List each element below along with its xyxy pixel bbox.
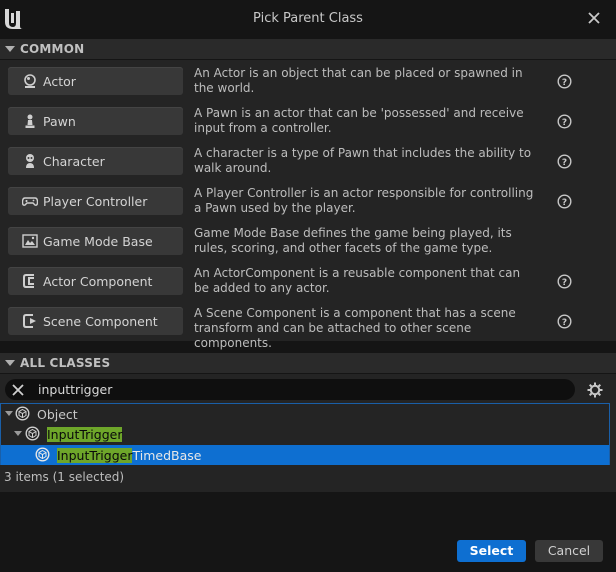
all-classes-section-header[interactable]: ALL CLASSES [0,353,616,373]
svg-text:?: ? [562,118,567,128]
character-description: A character is a type of Pawn that inclu… [194,146,532,175]
tree-item-label: Object [37,407,78,422]
svg-text:?: ? [562,318,567,328]
tree-item-inputtriggertimedbase[interactable]: InputTriggerTimedBase [1,445,609,465]
object-class-icon [25,426,40,441]
common-row-character: Character A character is a type of Pawn … [0,140,616,180]
game-mode-icon [22,234,38,248]
scene-component-description: A Scene Component is a component that ha… [194,306,516,350]
tree-item-inputtrigger[interactable]: InputTrigger [1,424,609,444]
game-mode-base-button[interactable]: Game Mode Base [8,227,183,255]
close-icon[interactable] [586,10,602,26]
help-icon[interactable]: ? [557,154,572,169]
select-button[interactable]: Select [457,540,526,562]
pawn-label: Pawn [43,114,76,129]
tree-item-label: InputTrigger [47,427,123,442]
all-classes-header-label: ALL CLASSES [20,356,111,370]
common-row-actor-component: Actor Component An ActorComponent is a r… [0,260,616,300]
pawn-description: A Pawn is an actor that can be 'possesse… [194,106,524,135]
actor-icon [24,74,36,88]
actor-button[interactable]: Actor [8,67,183,95]
actor-component-description: An ActorComponent is a reusable componen… [194,266,521,295]
title-bar: Pick Parent Class [0,0,616,38]
common-row-actor: Actor An Actor is an object that can be … [0,60,616,100]
gamepad-icon [22,197,38,206]
common-header-label: COMMON [20,42,85,56]
scene-component-button[interactable]: Scene Component [8,307,183,335]
common-row-player-controller: Player Controller A Player Controller is… [0,180,616,220]
common-row-scene-component: Scene Component A Scene Component is a c… [0,300,616,350]
game-mode-base-label: Game Mode Base [43,234,153,249]
common-section-header[interactable]: COMMON [0,39,616,59]
actor-component-label: Actor Component [43,274,153,289]
search-match-highlight: InputTrigger [47,427,123,442]
common-row-pawn: Pawn A Pawn is an actor that can be 'pos… [0,100,616,140]
expand-arrow-icon[interactable] [14,431,22,436]
search-match-highlight: InputTrigger [57,448,133,463]
common-row-game-mode-base: Game Mode Base Game Mode Base defines th… [0,220,616,260]
clear-search-icon[interactable] [12,384,24,396]
actor-component-button[interactable]: Actor Component [8,267,183,295]
cancel-button[interactable]: Cancel [535,540,603,562]
svg-text:?: ? [562,78,567,88]
player-controller-description: A Player Controller is an actor responsi… [194,186,534,215]
help-icon[interactable]: ? [557,314,572,329]
common-classes-list: Actor An Actor is an object that can be … [0,60,616,350]
actor-component-icon [23,274,34,288]
item-count-status: 3 items (1 selected) [4,470,125,484]
object-class-icon [15,406,30,421]
tree-item-object[interactable]: Object [1,404,609,424]
actor-label: Actor [43,74,76,89]
tree-item-label: InputTriggerTimedBase [57,448,202,463]
actor-description: An Actor is an object that can be placed… [194,66,523,95]
class-tree: Object InputTrigger InputTriggerTimedBas… [0,403,610,465]
svg-text:?: ? [562,278,567,288]
svg-text:?: ? [562,158,567,168]
character-button[interactable]: Character [8,147,183,175]
game-mode-base-description: Game Mode Base defines the game being pl… [194,226,512,255]
character-icon [26,154,34,168]
object-class-icon [35,447,50,462]
player-controller-label: Player Controller [43,194,148,209]
help-icon[interactable]: ? [557,194,572,209]
collapse-arrow-icon [5,360,15,366]
pawn-icon [25,114,35,128]
scene-component-icon [23,314,36,328]
svg-text:?: ? [562,198,567,208]
help-icon[interactable]: ? [557,74,572,89]
expand-arrow-icon[interactable] [5,411,13,416]
collapse-arrow-icon [5,46,15,52]
search-input[interactable]: inputtrigger [5,379,575,400]
character-label: Character [43,154,105,169]
scene-component-label: Scene Component [43,314,158,329]
help-icon[interactable]: ? [557,114,572,129]
pawn-button[interactable]: Pawn [8,107,183,135]
gear-icon[interactable] [587,382,603,398]
player-controller-button[interactable]: Player Controller [8,187,183,215]
search-query[interactable]: inputtrigger [38,382,112,397]
help-icon[interactable]: ? [557,274,572,289]
all-classes-panel: inputtrigger Object InputTrigger InputTr… [0,374,616,492]
window-title: Pick Parent Class [253,11,363,26]
